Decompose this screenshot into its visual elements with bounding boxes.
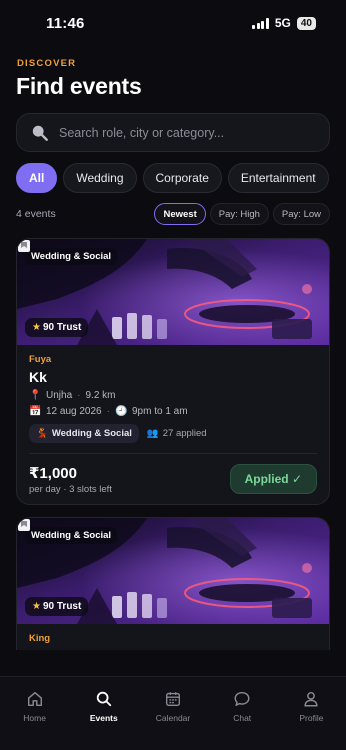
bottom-tab-bar: Home Events Calendar Chat Profile <box>0 676 346 750</box>
tab-label: Calendar <box>155 713 191 723</box>
category-filter-chips: All Wedding Corporate Entertainment <box>16 163 329 193</box>
search-icon <box>96 691 111 707</box>
sort-newest[interactable]: Newest <box>154 203 206 225</box>
applied-button[interactable]: Applied ✓ <box>229 464 317 494</box>
chip-wedding[interactable]: Wedding <box>63 163 137 193</box>
event-location-row: 📍 Unjha · 9.2 km <box>29 390 116 401</box>
results-count: 4 events <box>16 208 56 220</box>
event-location: Unjha <box>46 390 73 401</box>
status-time: 11:46 <box>46 15 85 32</box>
chip-all[interactable]: All <box>16 163 58 193</box>
trust-badge: ★ 90 Trust <box>25 597 89 616</box>
event-image: Wedding & Social ★ 90 Trust <box>17 239 329 345</box>
event-date-row: 📅 12 aug 2026 · 🕘 9pm to 1 am <box>29 406 188 417</box>
tab-label: Events <box>89 713 118 723</box>
price-details: per day · 3 slots left <box>29 484 112 495</box>
search-icon <box>32 125 48 141</box>
event-tags: 💃 Wedding & Social 👥 27 applied <box>29 424 317 443</box>
tab-events[interactable]: Events <box>69 677 138 750</box>
sort-options: Newest Pay: High Pay: Low <box>154 203 330 225</box>
event-title: Kk <box>29 369 47 385</box>
chip-entertainment[interactable]: Entertainment <box>227 163 329 193</box>
sort-pay-low[interactable]: Pay: Low <box>272 203 330 225</box>
event-image: Wedding & Social ★ 90 Trust <box>17 518 329 624</box>
tab-chat[interactable]: Chat <box>208 677 277 750</box>
search-bar[interactable] <box>16 113 330 152</box>
page-title: Find events <box>16 73 142 99</box>
event-company: Fuya <box>29 354 52 365</box>
star-icon: ★ <box>32 322 41 333</box>
status-indicators: 5G 40 <box>252 16 316 30</box>
category-tag: 💃 Wedding & Social <box>29 424 139 443</box>
status-bar: 11:46 5G 40 <box>0 0 346 46</box>
event-card[interactable]: Wedding & Social ★ 90 Trust Fuya Kk 📍 Unj… <box>16 238 330 505</box>
tab-label: Home <box>23 713 46 723</box>
calendar-icon <box>166 692 180 706</box>
event-details: Fuya Kk 📍 Unjha · 9.2 km 📅 12 aug 2026 ·… <box>17 345 329 498</box>
bookmark-icon[interactable] <box>17 518 31 532</box>
event-date: 12 aug 2026 <box>46 406 102 417</box>
sort-pay-high[interactable]: Pay: High <box>209 203 269 225</box>
section-eyebrow: DISCOVER <box>17 58 77 69</box>
battery-icon: 40 <box>296 16 316 30</box>
profile-icon <box>304 691 318 707</box>
tab-label: Profile <box>299 713 324 723</box>
trust-badge: ★ 90 Trust <box>25 318 89 337</box>
applicants-count: 👥 27 applied <box>146 428 207 439</box>
search-input[interactable] <box>59 125 329 140</box>
category-badge: Wedding & Social <box>25 248 118 265</box>
dancer-icon: 💃 <box>36 428 48 439</box>
category-badge: Wedding & Social <box>25 527 118 544</box>
tab-home[interactable]: Home <box>0 677 69 750</box>
event-time: 9pm to 1 am <box>131 406 188 417</box>
calendar-icon: 📅 <box>29 406 42 417</box>
bookmark-icon[interactable] <box>17 239 31 253</box>
network-label: 5G <box>274 16 291 30</box>
home-icon <box>27 691 42 707</box>
tab-label: Chat <box>233 713 252 723</box>
people-icon: 👥 <box>146 428 159 439</box>
event-card[interactable]: Wedding & Social ★ 90 Trust King <box>16 517 330 650</box>
chat-icon <box>234 691 250 707</box>
price-row: ₹1,000 per day · 3 slots left Applied ✓ <box>29 454 317 498</box>
star-icon: ★ <box>32 601 41 612</box>
results-bar: 4 events Newest Pay: High Pay: Low <box>16 203 330 225</box>
tab-calendar[interactable]: Calendar <box>138 677 207 750</box>
signal-icon <box>252 17 269 29</box>
tab-profile[interactable]: Profile <box>277 677 346 750</box>
location-pin-icon: 📍 <box>29 390 42 401</box>
event-price: ₹1,000 <box>29 465 77 482</box>
event-details: King <box>17 624 329 644</box>
clock-icon: 🕘 <box>114 406 128 417</box>
event-company: King <box>29 633 51 644</box>
chip-corporate[interactable]: Corporate <box>142 163 222 193</box>
event-distance: 9.2 km <box>85 390 116 401</box>
